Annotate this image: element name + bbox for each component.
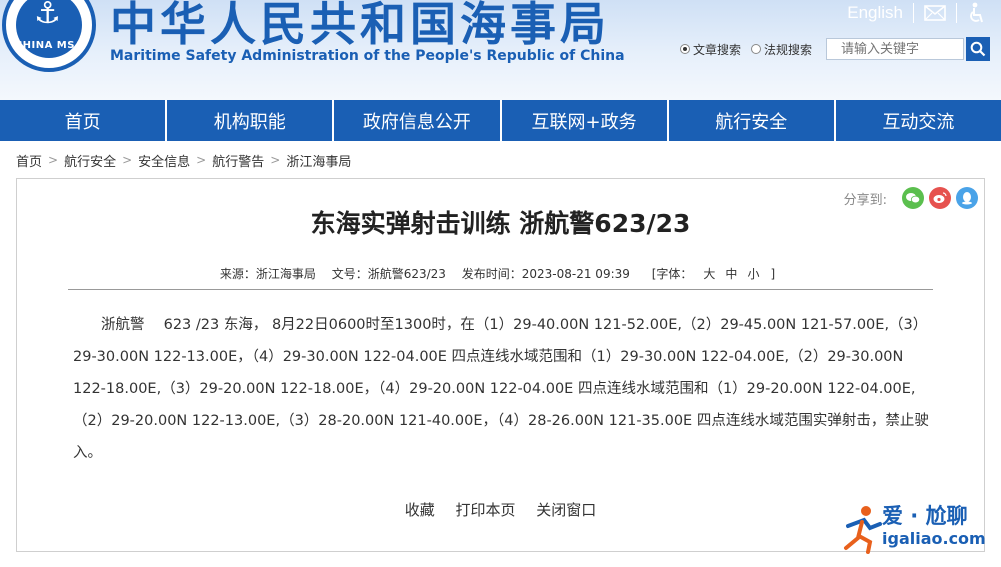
nav-item-navigation-safety[interactable]: 航行安全 — [669, 100, 836, 141]
main-nav: 首页 机构职能 政府信息公开 互联网+政务 航行安全 互动交流 — [0, 100, 1001, 141]
breadcrumb-separator: > — [270, 153, 281, 167]
accessibility-icon[interactable] — [967, 2, 985, 24]
watermark-logo: 爱 · 尬聊 igaliao.com — [838, 498, 998, 558]
font-size-medium[interactable]: 中 — [725, 267, 737, 281]
font-size-label: [字体： — [651, 267, 693, 281]
site-subtitle: Maritime Safety Administration of the Pe… — [110, 48, 625, 64]
anchor-icon: ⚓ — [34, 0, 61, 31]
meta-source: 来源：浙江海事局 — [219, 267, 316, 281]
article-panel: 分享到: 东海实弹射击训练 浙航警623/23 来源：浙江海事局 文号：浙航警6… — [16, 178, 985, 552]
breadcrumb-separator: > — [196, 153, 207, 167]
search-button[interactable] — [966, 37, 991, 61]
mail-icon[interactable] — [924, 5, 946, 21]
breadcrumb-link[interactable]: 航行警告 — [212, 151, 264, 170]
title-divider — [68, 289, 933, 290]
english-link[interactable]: English — [847, 3, 903, 23]
nav-item-interaction[interactable]: 互动交流 — [836, 100, 1001, 141]
breadcrumb-current[interactable]: 浙江海事局 — [286, 151, 351, 170]
emblem-text: CHINA MSA — [14, 40, 84, 51]
font-size-control: [字体： 大中小] — [646, 267, 781, 281]
meta-doc-number: 文号：浙航警623/23 — [331, 267, 446, 281]
radio-dot — [751, 44, 762, 54]
search-radio-regulation[interactable]: 法规搜索 — [751, 41, 812, 58]
top-links: English — [847, 0, 985, 26]
nav-item-functions[interactable]: 机构职能 — [167, 100, 335, 141]
search-bar: 文章搜索 法规搜索 — [680, 37, 991, 61]
meta-published: 发布时间：2023-08-21 09:39 — [461, 267, 630, 281]
favorite-link[interactable]: 收藏 — [405, 501, 435, 519]
search-input[interactable] — [826, 38, 965, 60]
top-link-divider — [956, 3, 957, 23]
breadcrumb-separator: > — [48, 153, 59, 167]
radio-regulation-label: 法规搜索 — [764, 42, 813, 57]
nav-item-internet-gov[interactable]: 互联网+政务 — [502, 100, 669, 141]
print-link[interactable]: 打印本页 — [455, 501, 515, 519]
article-meta: 来源：浙江海事局 文号：浙航警623/23 发布时间：2023-08-21 09… — [17, 265, 984, 282]
watermark-title: 爱 · 尬聊 — [882, 504, 968, 528]
breadcrumb-separator: > — [122, 153, 133, 167]
breadcrumb: 首页 > 航行安全 > 安全信息 > 航行警告 > 浙江海事局 — [16, 150, 351, 170]
radio-article-label: 文章搜索 — [693, 42, 742, 57]
close-window-link[interactable]: 关闭窗口 — [536, 501, 596, 519]
article-body: 浙航警 623 /23 东海， 8月22日0600时至1300时，在（1）29-… — [73, 317, 929, 461]
breadcrumb-link[interactable]: 航行安全 — [64, 151, 116, 170]
top-link-divider — [913, 3, 914, 23]
search-radio-article[interactable]: 文章搜索 — [680, 41, 741, 58]
site-title[interactable]: 中华人民共和国海事局 — [110, 0, 610, 54]
nav-item-home[interactable]: 首页 — [0, 100, 168, 141]
msa-emblem-logo[interactable]: ⚓ CHINA MSA — [2, 0, 96, 72]
breadcrumb-link[interactable]: 安全信息 — [138, 151, 190, 170]
watermark-url: igaliao.com — [882, 529, 986, 548]
radio-selected-dot — [680, 44, 690, 54]
nav-item-gov-info[interactable]: 政府信息公开 — [334, 100, 502, 141]
site-header: ⚓ CHINA MSA 中华人民共和国海事局 Maritime Safety A… — [0, 0, 1001, 100]
breadcrumb-link[interactable]: 首页 — [16, 151, 42, 170]
watermark-figure-icon — [844, 506, 882, 554]
search-icon — [970, 41, 986, 57]
font-size-large[interactable]: 大 — [703, 267, 715, 281]
font-size-small[interactable]: 小 — [747, 267, 759, 281]
font-size-close: ] — [770, 267, 776, 281]
article-title: 东海实弹射击训练 浙航警623/23 — [310, 209, 691, 238]
